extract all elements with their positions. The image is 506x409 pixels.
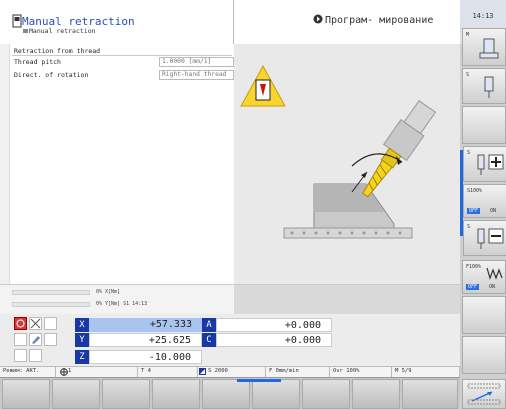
program-mode-icon: [313, 14, 323, 24]
status-tool: T 4: [138, 366, 198, 377]
softkey-empty-1[interactable]: [462, 106, 506, 144]
feed-icon: [486, 267, 503, 280]
form-panel: [10, 44, 234, 284]
status-slot-empty: [44, 317, 57, 330]
feed-on-label[interactable]: ON: [489, 284, 495, 290]
axis-letter-c: C: [202, 333, 216, 347]
axis-letter-a: A: [202, 318, 216, 332]
softkey-9[interactable]: [402, 379, 458, 409]
form-margin: [0, 44, 10, 284]
axis-value-y: +25.625: [89, 333, 202, 347]
tool-icon: [29, 333, 42, 346]
softkey-5[interactable]: [202, 379, 250, 409]
axis-value-z: -10.000: [89, 350, 202, 364]
clock: 14:13: [472, 12, 494, 20]
softkey-8[interactable]: [352, 379, 400, 409]
axis-letter-y: Y: [75, 333, 89, 347]
status-slot-empty: [44, 333, 57, 346]
s-plus-label: S: [467, 150, 471, 156]
limit-switch-icon: [14, 317, 27, 330]
form-divider: [12, 55, 232, 56]
status-feed: F 0mm/min: [266, 366, 330, 377]
softkey-4[interactable]: [152, 379, 200, 409]
direction-select[interactable]: Right-hand thread: [159, 70, 234, 80]
s-minus-label: S: [467, 224, 471, 230]
axis-letter-z: Z: [75, 350, 89, 364]
program-mode-label[interactable]: Програм- мирование: [325, 15, 433, 26]
status-datum: 1: [56, 366, 138, 377]
status-slot-empty: [14, 333, 27, 346]
s-override-label: S100%: [467, 188, 483, 194]
softkey-3[interactable]: [102, 379, 150, 409]
load-label-x: 0% X[Nm]: [96, 289, 121, 295]
softkey-bar-switch-icon: [467, 383, 501, 405]
axis-value-c: +0.000: [216, 333, 332, 347]
datum-icon: [60, 368, 68, 376]
load-bar-x: [12, 290, 90, 295]
axis-value-a: +0.000: [216, 318, 332, 332]
spindle-off-badge[interactable]: OFF: [467, 208, 481, 214]
softkey-empty-2[interactable]: [462, 296, 506, 334]
retraction-illustration: [240, 64, 437, 239]
softkey-6[interactable]: [252, 379, 300, 409]
spindle-on-label[interactable]: ON: [490, 208, 496, 214]
form-heading: Retraction from thread: [14, 47, 101, 55]
strip-right: [234, 284, 460, 314]
status-override: Ovr 100%: [330, 366, 392, 377]
m-function-icon: [479, 38, 499, 59]
status-slot-empty: [29, 349, 42, 362]
softkey-2[interactable]: [52, 379, 100, 409]
status-m-function: M 5/9: [392, 366, 460, 377]
softkey-7[interactable]: [302, 379, 350, 409]
page-subtitle: Manual retraction: [29, 27, 96, 35]
softkey-empty-3[interactable]: [462, 336, 506, 374]
status-spindle: S 2000: [198, 366, 266, 377]
field-label-direction: Direct. of rotation: [14, 71, 89, 79]
axis-value-x: +57.333: [89, 318, 202, 332]
spindle-minus-icon: [477, 228, 504, 249]
axis-letter-x: X: [75, 318, 89, 332]
s-key-label: S: [466, 72, 470, 78]
softkey-page-indicator: [237, 379, 281, 382]
load-bar-y: [12, 302, 90, 307]
help-graphic: [234, 44, 460, 284]
field-label-thread-pitch: Thread pitch: [14, 58, 61, 66]
spindle-icon: [484, 76, 494, 98]
cross-icon[interactable]: [29, 317, 42, 330]
status-slot-empty: [14, 349, 27, 362]
f-override-label: F100%: [466, 264, 482, 270]
m-key-label: M: [466, 32, 470, 38]
feed-off-badge[interactable]: OFF: [466, 284, 480, 290]
hand-icon: [23, 29, 28, 33]
softkey-1[interactable]: [2, 379, 50, 409]
document-icon: [12, 14, 22, 28]
spindle-plus-icon: [477, 154, 504, 175]
spindle-direction-icon: [199, 368, 206, 375]
thread-pitch-input[interactable]: 1.0000 [mm/1]: [159, 57, 234, 67]
load-label-y: 0% Y[Nm] S1 14:13: [96, 301, 148, 307]
status-mode: Режим: АКТ.: [0, 366, 56, 377]
